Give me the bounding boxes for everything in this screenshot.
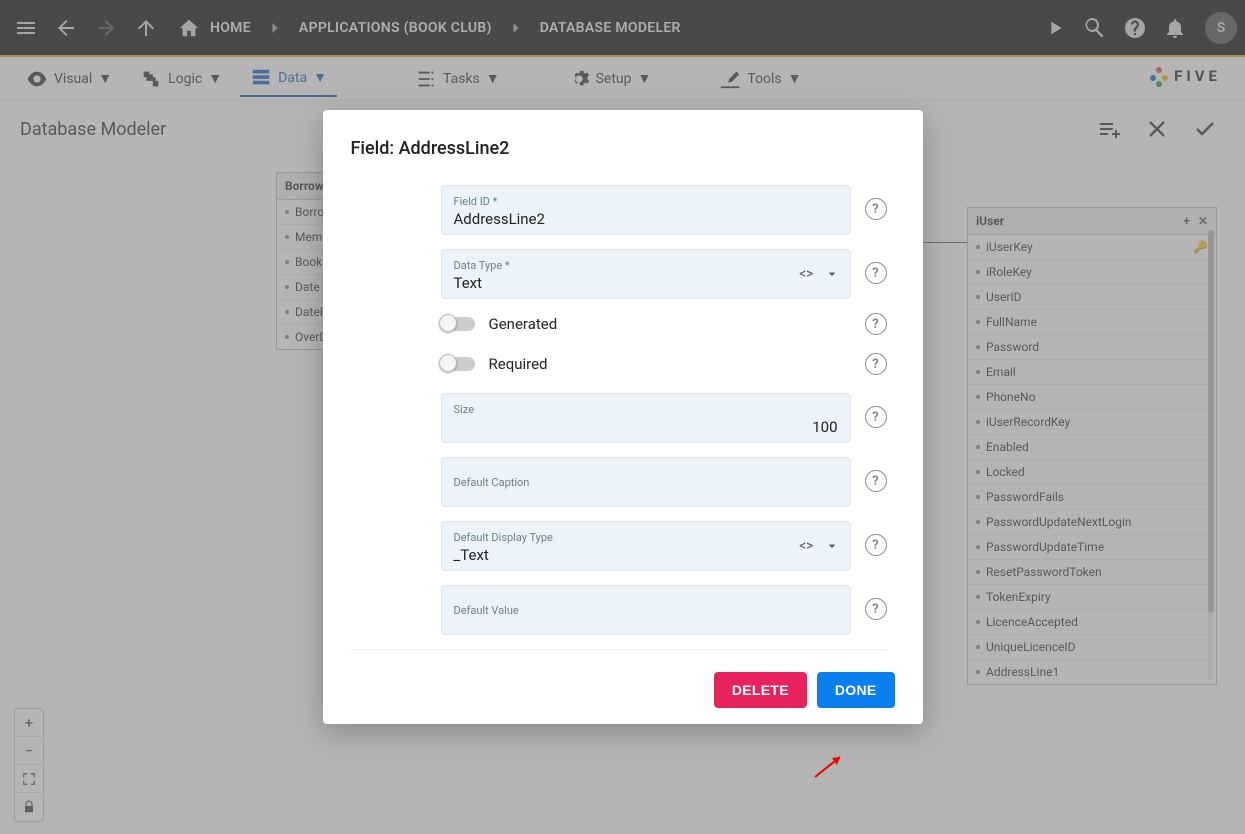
- help-icon[interactable]: ?: [865, 406, 887, 428]
- default-caption-input[interactable]: Default Caption: [441, 457, 851, 507]
- code-icon[interactable]: <>: [799, 266, 813, 282]
- field-value: Text: [454, 274, 838, 292]
- help-icon[interactable]: ?: [865, 313, 887, 335]
- modal-overlay: Field: AddressLine2 Field ID * AddressLi…: [0, 0, 1245, 834]
- data-type-select[interactable]: Data Type * Text <>: [441, 249, 851, 299]
- field-label: Data Type *: [454, 259, 838, 272]
- field-value: 100: [454, 418, 838, 436]
- generated-toggle[interactable]: [441, 317, 475, 331]
- field-id-input[interactable]: Field ID * AddressLine2: [441, 185, 851, 235]
- field-value: AddressLine2: [454, 210, 838, 228]
- toggle-label: Required: [489, 355, 851, 373]
- help-icon[interactable]: ?: [865, 262, 887, 284]
- field-label: Field ID *: [454, 195, 838, 208]
- toggle-label: Generated: [489, 315, 851, 333]
- field-modal: Field: AddressLine2 Field ID * AddressLi…: [323, 110, 923, 724]
- help-icon[interactable]: ?: [865, 598, 887, 620]
- size-input[interactable]: Size 100: [441, 393, 851, 443]
- delete-button[interactable]: DELETE: [714, 672, 807, 708]
- field-label: Default Value: [454, 604, 838, 617]
- help-icon[interactable]: ?: [865, 353, 887, 375]
- modal-footer: DELETE DONE: [351, 666, 895, 708]
- help-icon[interactable]: ?: [865, 534, 887, 556]
- field-label: Size: [454, 403, 838, 416]
- field-label: Default Display Type: [454, 531, 838, 544]
- code-icon[interactable]: <>: [799, 538, 813, 554]
- help-icon[interactable]: ?: [865, 470, 887, 492]
- chevron-down-icon[interactable]: [824, 538, 840, 554]
- required-toggle[interactable]: [441, 357, 475, 371]
- modal-title: Field: AddressLine2: [351, 138, 895, 159]
- default-display-type-select[interactable]: Default Display Type _Text <>: [441, 521, 851, 571]
- done-button[interactable]: DONE: [817, 672, 895, 708]
- help-icon[interactable]: ?: [865, 198, 887, 220]
- default-value-input[interactable]: Default Value: [441, 585, 851, 635]
- field-label: Default Caption: [454, 476, 838, 489]
- field-value: _Text: [454, 546, 838, 564]
- chevron-down-icon[interactable]: [824, 266, 840, 282]
